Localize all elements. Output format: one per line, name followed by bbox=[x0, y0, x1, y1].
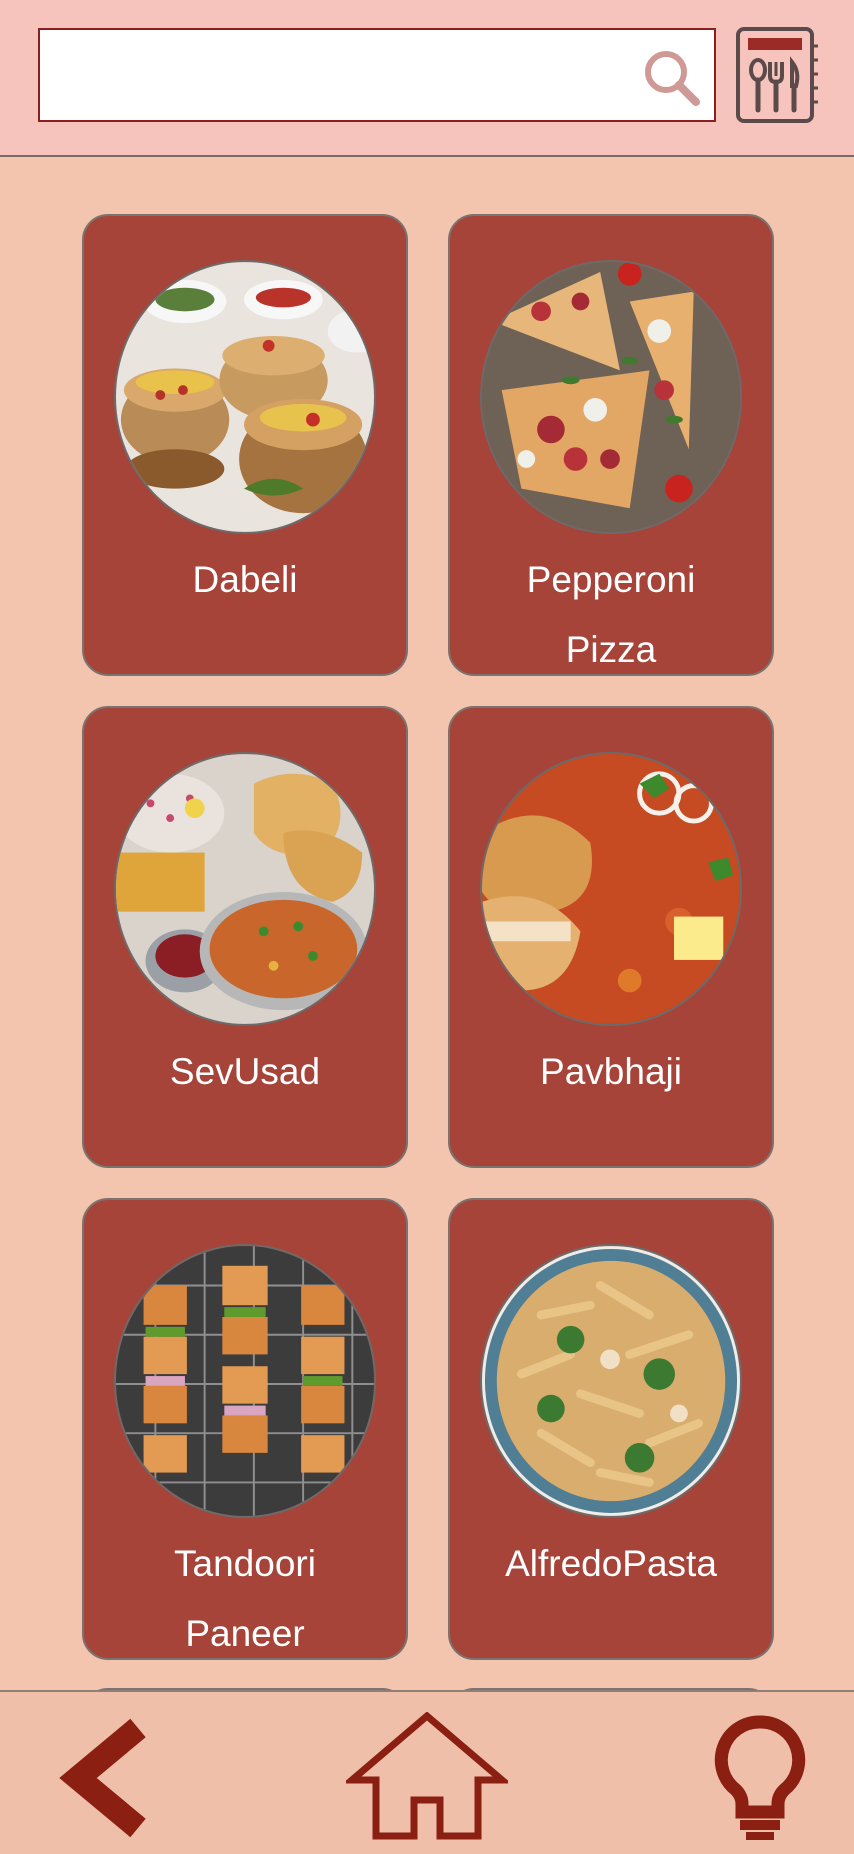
dish-card-dabeli[interactable]: Dabeli bbox=[82, 214, 408, 676]
dish-name: SevUsad bbox=[169, 1051, 321, 1092]
dish-card-alfredo-pasta[interactable]: AlfredoPasta bbox=[448, 1198, 774, 1660]
home-icon[interactable] bbox=[346, 1712, 508, 1842]
search-box[interactable] bbox=[38, 28, 716, 122]
sevusad-photo bbox=[114, 752, 376, 1026]
bottom-nav bbox=[0, 1690, 854, 1854]
dish-name-line2: Paneer bbox=[185, 1613, 305, 1654]
back-arrow-icon[interactable] bbox=[50, 1712, 160, 1842]
pavbhaji-photo bbox=[480, 752, 742, 1026]
dish-card-pavbhaji[interactable]: Pavbhaji bbox=[448, 706, 774, 1168]
dish-card-pepperoni-pizza[interactable]: Pepperoni Pizza bbox=[448, 214, 774, 676]
dish-name: AlfredoPasta bbox=[505, 1543, 717, 1584]
dish-card-sevusad[interactable]: SevUsad bbox=[82, 706, 408, 1168]
tandoori-paneer-photo bbox=[114, 1244, 376, 1518]
search-icon[interactable] bbox=[640, 46, 704, 110]
lightbulb-icon[interactable] bbox=[708, 1712, 812, 1842]
dish-name-line2: Pizza bbox=[565, 629, 657, 670]
pepperoni-pizza-photo bbox=[480, 260, 742, 534]
dish-name-line1: Pepperoni bbox=[526, 559, 696, 600]
dabeli-photo bbox=[114, 260, 376, 534]
app-screen: Dabeli Pepperoni Pizza SevUsad Pavbhaji … bbox=[0, 0, 854, 1854]
search-input[interactable] bbox=[40, 30, 640, 120]
alfredo-pasta-photo bbox=[480, 1244, 742, 1518]
dish-name-line1: Tandoori bbox=[174, 1543, 316, 1584]
header-bar bbox=[0, 0, 854, 157]
dish-name: Pavbhaji bbox=[540, 1051, 682, 1092]
dish-name: Dabeli bbox=[192, 559, 298, 600]
recipe-book-icon[interactable] bbox=[734, 26, 820, 124]
dish-card-tandoori-paneer[interactable]: Tandoori Paneer bbox=[82, 1198, 408, 1660]
